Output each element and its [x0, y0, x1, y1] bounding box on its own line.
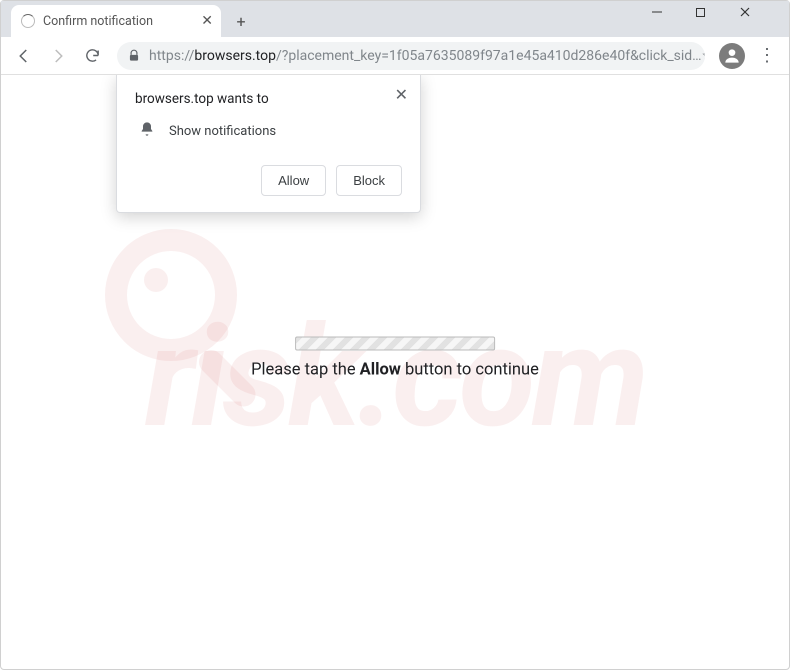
url-scheme: https:// [149, 48, 194, 64]
forward-button[interactable] [43, 41, 73, 71]
browser-tab[interactable]: Confirm notification ✕ [11, 5, 221, 37]
prompt-permission-label: Show notifications [169, 124, 276, 139]
address-bar[interactable]: https://browsers.top/?placement_key=1f05… [117, 42, 705, 70]
prompt-permission-row: Show notifications [135, 121, 402, 141]
tab-spinner-icon [21, 14, 35, 28]
notification-permission-prompt: ✕ browsers.top wants to Show notificatio… [116, 75, 421, 213]
msg-suffix: button to continue [401, 361, 539, 380]
browser-toolbar: https://browsers.top/?placement_key=1f05… [1, 37, 789, 75]
msg-prefix: Please tap the [251, 361, 360, 380]
window-minimize-button[interactable] [651, 3, 695, 31]
url-path: /?placement_key=1f05a7635089f97a1e45a410… [276, 48, 702, 64]
reload-button[interactable] [77, 41, 107, 71]
tap-allow-message: Please tap the Allow button to continue [251, 361, 539, 380]
page-main-content: Please tap the Allow button to continue [251, 337, 539, 380]
new-tab-button[interactable]: + [227, 7, 255, 35]
page-viewport: risk.com Please tap the Allow button to … [1, 75, 789, 641]
window-maximize-button[interactable] [695, 3, 739, 31]
lock-icon [127, 49, 141, 63]
tab-close-icon[interactable]: ✕ [201, 13, 213, 29]
prompt-close-icon[interactable]: ✕ [395, 85, 408, 104]
prompt-actions: Allow Block [135, 165, 402, 196]
window-close-button[interactable] [739, 3, 783, 31]
prompt-origin-title: browsers.top wants to [135, 91, 402, 107]
msg-bold: Allow [360, 361, 401, 380]
tab-title: Confirm notification [43, 14, 153, 29]
kebab-menu-icon[interactable]: ⋮ [753, 45, 781, 66]
profile-avatar[interactable] [719, 43, 745, 69]
back-button[interactable] [9, 41, 39, 71]
fake-progress-bar [295, 337, 495, 351]
window-chrome-top: Confirm notification ✕ + [1, 1, 789, 37]
url-host: browsers.top [194, 48, 276, 64]
watermark-magnifier-icon [91, 215, 291, 415]
bell-icon [139, 121, 155, 141]
allow-button[interactable]: Allow [261, 165, 326, 196]
window-controls [651, 3, 783, 31]
bookmark-star-icon[interactable]: ☆ [702, 48, 705, 64]
block-button[interactable]: Block [336, 165, 402, 196]
